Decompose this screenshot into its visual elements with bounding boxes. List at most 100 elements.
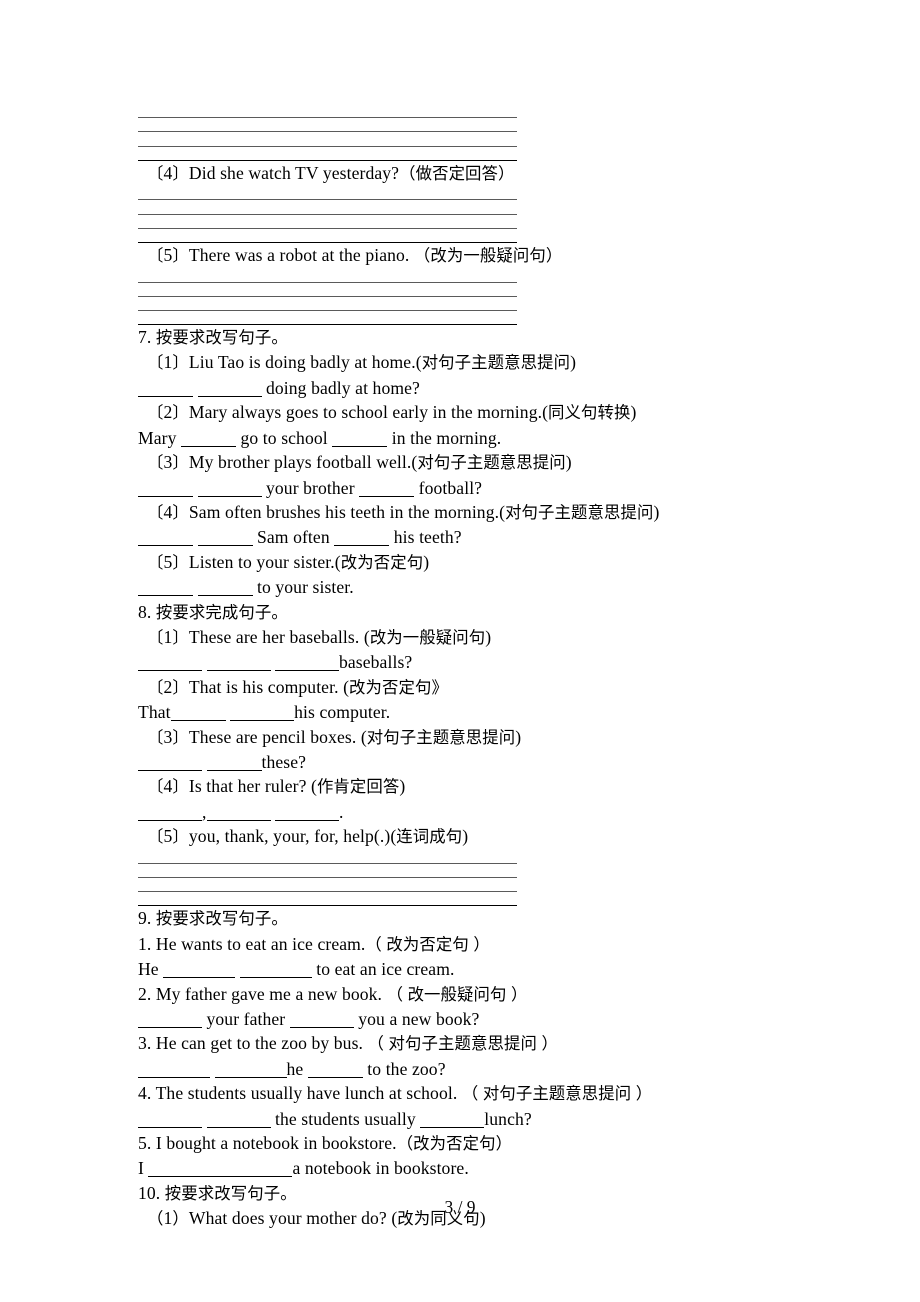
question-line: 〔4〕Sam often brushes his teeth in the mo… xyxy=(147,501,660,522)
page-number: 3 / 9 xyxy=(444,1197,476,1217)
cjk-run: 〔 xyxy=(147,163,164,183)
fill-in-blank[interactable] xyxy=(289,1026,354,1028)
cjk-run: ） xyxy=(511,984,528,1004)
fill-in-blank[interactable] xyxy=(197,495,262,497)
question-line: 〔5〕There was a robot at the piano. （改为一般… xyxy=(147,244,563,265)
cjk-run: ） xyxy=(635,1084,653,1104)
cjk-run: 〕 xyxy=(172,353,189,373)
section-heading-line: 3. He can get to the zoo by bus. （ 对句子主题… xyxy=(138,1033,558,1054)
cjk-run: 〕 xyxy=(172,777,189,797)
cjk-run: ） xyxy=(473,934,490,954)
cjk-run: 同义句转换 xyxy=(548,403,631,423)
cjk-run: （ xyxy=(365,934,382,954)
cjk-run: 〕 xyxy=(172,727,189,747)
answer-rule-block xyxy=(138,104,517,161)
fill-in-blank[interactable] xyxy=(170,720,226,722)
cjk-run: ） xyxy=(541,1034,558,1054)
fill-in-blank[interactable] xyxy=(197,395,262,397)
fill-in-blank[interactable] xyxy=(138,395,193,397)
answer-rule xyxy=(138,200,517,215)
cjk-run: 〕 xyxy=(172,502,189,522)
cjk-run: 改为否定句》 xyxy=(349,677,448,697)
cjk-run: 〕 xyxy=(172,827,189,847)
answer-rule xyxy=(138,864,517,878)
cjk-run: 〔 xyxy=(147,777,164,797)
cjk-run: 〔 xyxy=(147,677,164,697)
fill-in-blank[interactable] xyxy=(138,1026,202,1028)
cjk-run: 〕 xyxy=(172,163,189,183)
question-line: 〔2〕That is his computer. (改为否定句》 xyxy=(147,676,448,697)
fill-in-blank[interactable] xyxy=(206,1126,271,1128)
fill-in-blank[interactable] xyxy=(230,720,295,722)
cjk-run: 〔 xyxy=(147,453,164,473)
fill-in-blank[interactable] xyxy=(197,545,253,547)
question-line: 〔4〕Is that her ruler? (作肯定回答) xyxy=(147,776,406,797)
answer-blank-line: He to eat an ice cream. xyxy=(138,959,455,980)
cjk-run: 对句子主题意思提问 xyxy=(421,353,571,373)
fill-in-blank[interactable] xyxy=(275,670,339,672)
answer-blank-line: baseballs? xyxy=(138,650,798,674)
answer-rule xyxy=(138,147,517,161)
cjk-run: 〔 xyxy=(147,627,164,647)
fill-in-blank[interactable] xyxy=(214,1076,287,1078)
fill-in-blank[interactable] xyxy=(420,1126,485,1128)
cjk-run: （ xyxy=(461,1084,479,1104)
fill-in-blank[interactable] xyxy=(206,819,271,821)
section-heading-line: 1. He wants to eat an ice cream.（ 改为否定句 … xyxy=(138,933,490,954)
answer-blank-line: to your sister. xyxy=(138,575,798,599)
answer-blank-line: these? xyxy=(138,750,798,774)
answer-blank-line: Mary go to school in the morning. xyxy=(138,427,502,448)
answer-blank-line: Sam often his teeth? xyxy=(138,525,798,549)
question-line: 〔4〕Did she watch TV yesterday?（做否定回答） xyxy=(147,162,515,183)
fill-in-blank[interactable] xyxy=(275,819,339,821)
fill-in-blank[interactable] xyxy=(307,1076,363,1078)
fill-in-blank[interactable] xyxy=(138,495,193,497)
fill-in-blank[interactable] xyxy=(181,445,237,447)
cjk-run: 连词成句 xyxy=(396,827,463,847)
fill-in-blank[interactable] xyxy=(239,977,312,979)
question-line: 〔2〕Mary always goes to school early in t… xyxy=(147,402,637,423)
fill-in-blank[interactable] xyxy=(148,1176,221,1178)
answer-rule xyxy=(138,850,517,864)
cjk-run: （做否定回答） xyxy=(399,163,515,183)
cjk-run: 〕 xyxy=(172,403,189,423)
fill-in-blank[interactable] xyxy=(138,1126,202,1128)
fill-in-blank[interactable] xyxy=(206,769,262,771)
cjk-run: 改为一般疑问句 xyxy=(369,627,486,647)
fill-in-blank[interactable] xyxy=(138,769,202,771)
cjk-run: （ xyxy=(367,1034,385,1054)
cjk-run: （改为一般疑问句） xyxy=(413,245,563,265)
cjk-run: 改一般疑问句 xyxy=(407,984,507,1004)
cjk-run: 〕 xyxy=(172,627,189,647)
cjk-run: 改为否定句 xyxy=(340,552,424,572)
cjk-run: 改为否定句 xyxy=(386,934,469,954)
fill-in-blank[interactable] xyxy=(138,670,202,672)
cjk-run: 对句子主题意思提问 xyxy=(482,1084,632,1104)
fill-in-blank[interactable] xyxy=(197,595,253,597)
section-heading-line: 8. 按要求完成句子。 xyxy=(138,601,288,622)
answer-rule xyxy=(138,118,517,133)
cjk-run: （ xyxy=(386,984,404,1004)
fill-in-blank[interactable] xyxy=(138,595,193,597)
fill-in-blank[interactable] xyxy=(138,1076,210,1078)
fill-in-blank[interactable] xyxy=(206,670,271,672)
fill-in-blank[interactable] xyxy=(163,977,236,979)
fill-in-blank[interactable] xyxy=(359,495,415,497)
answer-rule xyxy=(138,104,517,119)
question-line: 〔5〕Listen to your sister.(改为否定句) xyxy=(147,551,430,572)
cjk-run: 〔 xyxy=(147,403,164,423)
cjk-run: 〕 xyxy=(172,453,189,473)
cjk-run: 按要求改写句子。 xyxy=(155,328,288,348)
question-line: 〔3〕My brother plays football well.(对句子主题… xyxy=(147,452,572,473)
section-heading-line: 4. The students usually have lunch at sc… xyxy=(138,1083,653,1104)
page-footer: 3 / 9 xyxy=(0,1197,920,1218)
fill-in-blank[interactable] xyxy=(138,819,202,821)
fill-in-blank[interactable] xyxy=(220,1176,293,1178)
exercise-content: 〔4〕Did she watch TV yesterday?（做否定回答） 〔5〕… xyxy=(138,104,798,1232)
cjk-run: 〕 xyxy=(172,677,189,697)
fill-in-blank[interactable] xyxy=(332,445,388,447)
fill-in-blank[interactable] xyxy=(334,545,390,547)
cjk-run: 〔 xyxy=(147,502,164,522)
cjk-run: 作肯定回答 xyxy=(316,777,400,797)
fill-in-blank[interactable] xyxy=(138,545,193,547)
